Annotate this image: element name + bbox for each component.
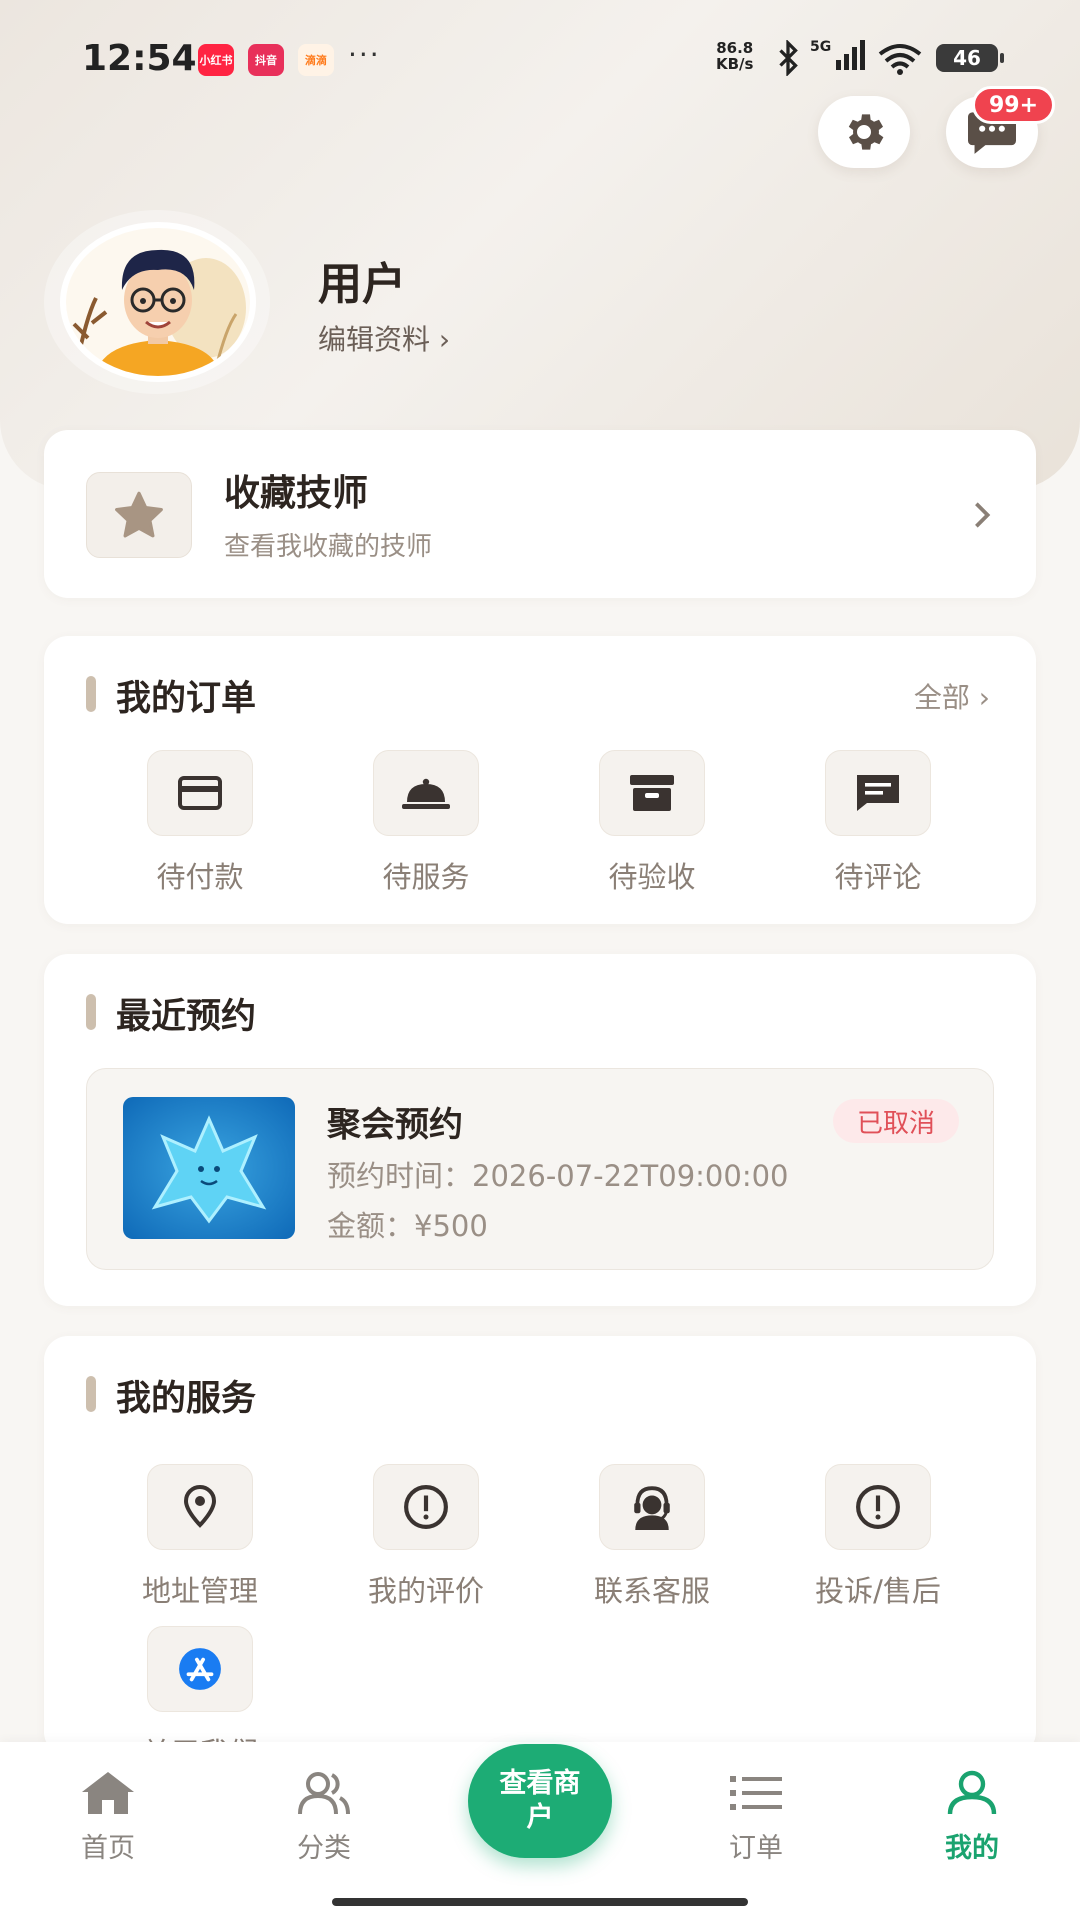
order-pending-review[interactable]: 待评论 bbox=[778, 750, 978, 896]
status-time: 12:54 bbox=[82, 38, 197, 79]
favorite-technicians-card[interactable]: 收藏技师 查看我收藏的技师 bbox=[44, 430, 1036, 598]
recent-appointments-title: 最近预约 bbox=[116, 997, 257, 1037]
order-icon-box bbox=[147, 750, 253, 836]
appointment-amount-value: ¥500 bbox=[414, 1209, 488, 1243]
service-icon-box bbox=[147, 1626, 253, 1712]
section-accent-bar bbox=[86, 1376, 96, 1412]
service-icon-box bbox=[147, 1464, 253, 1550]
order-label: 待付款 bbox=[156, 860, 244, 894]
section-accent-bar bbox=[86, 994, 96, 1030]
recent-appointments-card: 最近预约 聚会预约 已取消 预约时间：2026-07-22T09:00:00 金… bbox=[44, 954, 1036, 1306]
order-icon-box bbox=[825, 750, 931, 836]
service-about-us[interactable]: 关于我们 bbox=[100, 1626, 300, 1756]
list-icon bbox=[730, 1776, 782, 1810]
tab-mine[interactable]: 我的 bbox=[902, 1770, 1042, 1865]
network-speed-unit: KB/s bbox=[716, 55, 754, 73]
customer-service-icon bbox=[634, 1486, 670, 1530]
user-icon bbox=[947, 1770, 997, 1815]
wifi-icon bbox=[878, 44, 922, 75]
tab-label: 订单 bbox=[729, 1833, 783, 1864]
card-icon bbox=[178, 776, 222, 810]
alert-circle-icon bbox=[404, 1485, 448, 1529]
order-pending-service[interactable]: 待服务 bbox=[326, 750, 526, 896]
gear-icon bbox=[848, 114, 884, 150]
appointment-status-badge: 已取消 bbox=[832, 1099, 959, 1143]
order-label: 待评论 bbox=[834, 860, 922, 894]
douyin-app-icon: 抖音 bbox=[248, 44, 284, 76]
service-icon-box bbox=[599, 1464, 705, 1550]
chevron-right-icon bbox=[975, 502, 991, 528]
favorite-technicians-title: 收藏技师 bbox=[224, 473, 369, 514]
section-accent-bar bbox=[86, 676, 96, 712]
view-all-orders-link[interactable]: 全部 › bbox=[914, 676, 990, 716]
avatar[interactable] bbox=[60, 222, 256, 382]
xiaohongshu-app-icon: 小红书 bbox=[198, 44, 234, 76]
appointment-item[interactable]: 聚会预约 已取消 预约时间：2026-07-22T09:00:00 金额：¥50… bbox=[86, 1068, 994, 1270]
order-icon-box bbox=[599, 750, 705, 836]
service-icon-box bbox=[373, 1464, 479, 1550]
my-orders-card: 我的订单 全部 › 待付款 待服务 待验收 待评论 bbox=[44, 636, 1036, 924]
tab-home[interactable]: 首页 bbox=[38, 1770, 178, 1865]
my-orders-title: 我的订单 bbox=[116, 679, 257, 719]
app-store-icon bbox=[179, 1648, 221, 1690]
service-label: 我的评价 bbox=[367, 1574, 484, 1608]
service-label: 投诉/售后 bbox=[815, 1574, 941, 1608]
tab-orders[interactable]: 订单 bbox=[686, 1770, 826, 1865]
appointment-thumbnail bbox=[123, 1097, 295, 1239]
order-pending-payment[interactable]: 待付款 bbox=[100, 750, 300, 896]
tab-category[interactable]: 分类 bbox=[254, 1770, 394, 1865]
archive-box-icon bbox=[630, 775, 674, 811]
battery-indicator: 46 bbox=[936, 44, 1004, 72]
network-type: 5G bbox=[810, 39, 831, 55]
tab-label: 我的 bbox=[945, 1833, 999, 1864]
avatar-illustration bbox=[66, 228, 250, 376]
service-label: 地址管理 bbox=[141, 1574, 258, 1608]
service-address-management[interactable]: 地址管理 bbox=[100, 1464, 300, 1610]
service-contact-support[interactable]: 联系客服 bbox=[552, 1464, 752, 1610]
service-bell-icon bbox=[402, 778, 450, 809]
service-my-reviews[interactable]: 我的评价 bbox=[326, 1464, 526, 1610]
username: 用户 bbox=[318, 259, 406, 310]
comment-icon bbox=[857, 775, 899, 811]
more-notifications-icon: ··· bbox=[348, 38, 381, 71]
appointment-time-value: 2026-07-22T09:00:00 bbox=[472, 1159, 789, 1193]
service-icon-box bbox=[825, 1464, 931, 1550]
favorite-technicians-subtitle: 查看我收藏的技师 bbox=[224, 532, 433, 562]
home-indicator bbox=[332, 1898, 748, 1906]
order-icon-box bbox=[373, 750, 479, 836]
home-icon bbox=[82, 1772, 134, 1814]
message-count-badge: 99+ bbox=[972, 86, 1056, 124]
service-label: 联系客服 bbox=[593, 1574, 710, 1608]
network-speed-value: 86.8 bbox=[716, 39, 754, 57]
bluetooth-icon bbox=[779, 40, 798, 76]
location-pin-icon bbox=[183, 1485, 217, 1528]
appointment-amount-label: 金额： bbox=[327, 1209, 415, 1243]
users-icon bbox=[298, 1772, 350, 1815]
order-label: 待服务 bbox=[382, 860, 470, 894]
order-label: 待验收 bbox=[608, 860, 696, 894]
view-merchants-button[interactable]: 查看商户 bbox=[468, 1744, 612, 1858]
appointment-time: 预约时间：2026-07-22T09:00:00 bbox=[327, 1153, 789, 1195]
status-bar: 12:54 小红书 抖音 滴滴 ··· 86.8 KB/s 5G 46 bbox=[0, 0, 1080, 120]
appointment-amount: 金额：¥500 bbox=[327, 1203, 488, 1245]
my-services-card: 我的服务 地址管理 我的评价 联系客服 投诉/售后 bbox=[44, 1336, 1036, 1756]
settings-button[interactable] bbox=[818, 96, 910, 168]
my-services-title: 我的服务 bbox=[116, 1379, 257, 1419]
favorite-icon-box bbox=[86, 472, 192, 558]
didi-app-icon: 滴滴 bbox=[298, 44, 334, 76]
star-icon bbox=[115, 491, 163, 538]
cellular-signal-icon: 5G bbox=[810, 39, 865, 70]
appointment-time-label: 预约时间： bbox=[327, 1159, 473, 1193]
tab-label: 首页 bbox=[81, 1833, 135, 1864]
service-complaints-after-sales[interactable]: 投诉/售后 bbox=[778, 1464, 978, 1610]
order-pending-acceptance[interactable]: 待验收 bbox=[552, 750, 752, 896]
star-character-image bbox=[123, 1097, 295, 1239]
tab-label: 分类 bbox=[297, 1833, 351, 1864]
network-speed: 86.8 KB/s bbox=[716, 40, 753, 72]
edit-profile-link[interactable]: 编辑资料 › bbox=[318, 318, 450, 358]
alert-circle-icon bbox=[856, 1485, 900, 1529]
appointment-title: 聚会预约 bbox=[327, 1105, 463, 1145]
